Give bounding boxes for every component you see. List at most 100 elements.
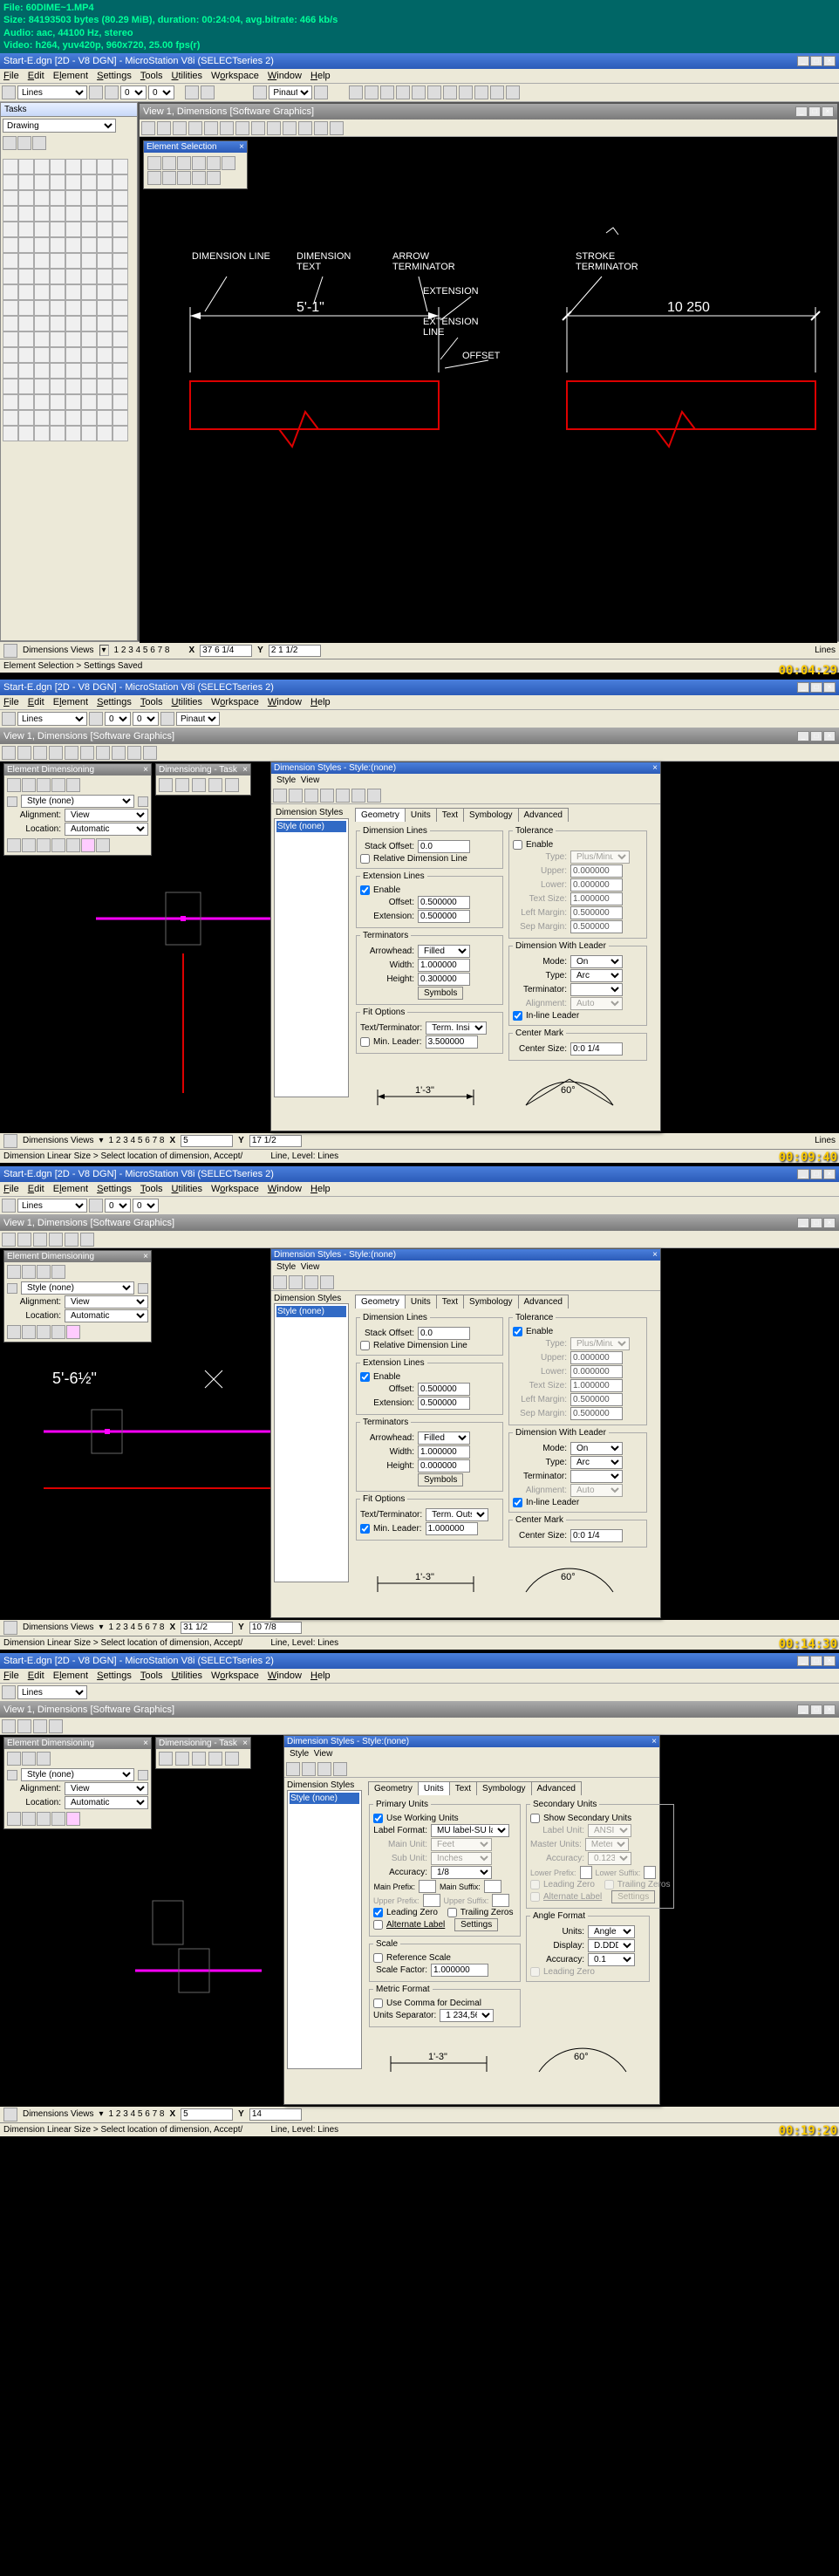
tool-icon[interactable] — [97, 190, 113, 206]
tool-icon[interactable] — [18, 206, 34, 222]
tool-icon[interactable] — [81, 269, 97, 284]
usecomma-checkbox[interactable] — [373, 1999, 383, 2008]
tool-icon[interactable] — [81, 363, 97, 379]
use-working-checkbox[interactable] — [373, 1814, 383, 1823]
tool-icon[interactable] — [97, 347, 113, 363]
task-icon[interactable] — [17, 136, 31, 150]
tool-icon[interactable] — [3, 394, 18, 410]
tool-icon[interactable] — [18, 269, 34, 284]
tool-icon[interactable] — [113, 222, 128, 237]
tool-icon[interactable] — [81, 316, 97, 331]
minimize-icon[interactable]: _ — [797, 56, 809, 66]
view-tool-icon[interactable] — [173, 121, 187, 135]
element-dimensioning-panel[interactable]: Element Dimensioning× Style (none) Align… — [3, 763, 152, 856]
enable-ext-checkbox[interactable] — [360, 885, 370, 895]
tool-icon[interactable] — [3, 206, 18, 222]
tool-icon[interactable] — [81, 394, 97, 410]
tool-icon[interactable] — [3, 237, 18, 253]
tool-icon[interactable] — [97, 316, 113, 331]
tool-icon[interactable] — [34, 363, 50, 379]
minleader-input[interactable] — [426, 1035, 478, 1049]
tool-icon[interactable] — [65, 347, 81, 363]
tool-icon[interactable] — [3, 159, 18, 174]
tool-icon[interactable] — [50, 426, 65, 441]
view-tool-icon[interactable] — [141, 121, 155, 135]
tool-icon[interactable] — [105, 85, 119, 99]
tool-icon[interactable] — [97, 410, 113, 426]
tool-icon[interactable] — [97, 426, 113, 441]
tool-icon[interactable] — [201, 85, 215, 99]
menu-style[interactable]: Style — [276, 776, 296, 785]
tool-icon[interactable] — [113, 237, 128, 253]
menu-window[interactable]: Window — [268, 71, 302, 81]
tool-icon[interactable] — [34, 253, 50, 269]
tool-icon[interactable] — [18, 331, 34, 347]
style-tree[interactable]: Style (none) — [274, 818, 349, 1097]
tool-icon[interactable] — [18, 347, 34, 363]
view-tool-icon[interactable] — [283, 121, 297, 135]
tool-icon[interactable] — [34, 190, 50, 206]
tool-icon[interactable] — [50, 363, 65, 379]
tool-icon[interactable] — [50, 316, 65, 331]
tool-icon[interactable] — [50, 237, 65, 253]
tool-icon[interactable] — [65, 426, 81, 441]
tool-icon[interactable] — [113, 190, 128, 206]
minimize-icon[interactable]: _ — [795, 106, 808, 117]
y-coord-input[interactable] — [249, 1135, 302, 1147]
tool-icon[interactable] — [113, 347, 128, 363]
tool-icon[interactable] — [65, 331, 81, 347]
view-tool-icon[interactable] — [235, 121, 249, 135]
tool-icon[interactable] — [314, 85, 328, 99]
tool-icon[interactable] — [65, 174, 81, 190]
relative-dim-checkbox[interactable] — [360, 854, 370, 864]
tool-icon[interactable] — [65, 316, 81, 331]
tool-icon[interactable] — [490, 85, 504, 99]
tool-icon[interactable] — [3, 379, 18, 394]
menu-help[interactable]: Help — [310, 71, 331, 81]
scalefactor-input[interactable] — [431, 1964, 488, 1977]
tool-icon[interactable] — [50, 190, 65, 206]
tool-icon[interactable] — [3, 269, 18, 284]
tool-icon[interactable] — [65, 300, 81, 316]
menu-workspace[interactable]: Workspace — [211, 71, 259, 81]
leadertype-dropdown[interactable]: Arc — [570, 969, 623, 982]
view-tool-icon[interactable] — [251, 121, 265, 135]
tool-icon[interactable] — [113, 159, 128, 174]
tool-icon[interactable] — [81, 379, 97, 394]
unitssep-dropdown[interactable]: 1 234,56 — [440, 2009, 494, 2022]
tool-icon[interactable] — [50, 269, 65, 284]
tool-icon[interactable] — [113, 426, 128, 441]
stack-offset-input[interactable] — [418, 840, 470, 853]
tool-icon[interactable] — [50, 159, 65, 174]
tool-icon[interactable] — [113, 331, 128, 347]
refscale-checkbox[interactable] — [373, 1953, 383, 1963]
x-coord-input[interactable] — [200, 645, 252, 657]
tool-icon[interactable] — [34, 394, 50, 410]
tool-icon[interactable] — [34, 174, 50, 190]
tool-icon[interactable] — [50, 253, 65, 269]
tool-icon[interactable] — [81, 206, 97, 222]
textterm-dropdown[interactable]: Term. Inside — [426, 1022, 487, 1035]
tab-text[interactable]: Text — [436, 808, 464, 822]
tool-icon[interactable] — [65, 379, 81, 394]
tool-icon[interactable] — [18, 394, 34, 410]
linestyle-dropdown[interactable]: Lines — [17, 85, 87, 99]
tool-icon[interactable] — [50, 379, 65, 394]
menu-element[interactable]: Element — [53, 71, 88, 81]
pinaut-dropdown[interactable]: Pinaut — [269, 85, 312, 99]
view-tool-icon[interactable] — [157, 121, 171, 135]
tool-icon[interactable] — [81, 284, 97, 300]
tool-icon[interactable] — [50, 206, 65, 222]
tool-icon[interactable] — [412, 85, 426, 99]
task-icon[interactable] — [32, 136, 46, 150]
tool-icon[interactable] — [65, 222, 81, 237]
tool-icon[interactable] — [97, 300, 113, 316]
tool-icon[interactable] — [3, 316, 18, 331]
leaderterm-dropdown[interactable] — [570, 983, 623, 996]
centersize-input[interactable] — [570, 1042, 623, 1056]
tool-icon[interactable] — [3, 253, 18, 269]
tool-icon[interactable] — [65, 253, 81, 269]
tool-icon[interactable] — [89, 85, 103, 99]
ext-offset-input[interactable] — [418, 896, 470, 909]
alignment-dropdown[interactable]: View — [65, 809, 148, 822]
